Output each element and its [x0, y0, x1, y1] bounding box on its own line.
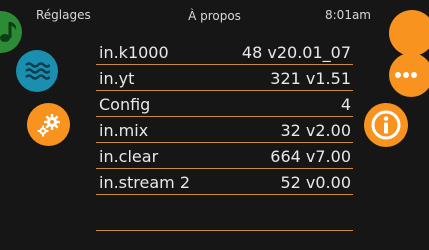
top-right-button[interactable] — [389, 10, 429, 56]
row-key: Config — [99, 95, 151, 114]
settings-button[interactable] — [27, 103, 70, 146]
row-key: in.clear — [99, 147, 159, 166]
row-value: 32 v2.00 — [280, 121, 351, 140]
table-row: in.mix 32 v2.00 — [96, 117, 353, 143]
table-row: Config 4 — [96, 91, 353, 117]
table-row: in.yt 321 v1.51 — [96, 65, 353, 91]
row-key: in.k1000 — [99, 43, 169, 62]
water-button[interactable] — [16, 50, 58, 92]
row-key: in.mix — [99, 121, 149, 140]
water-waves-icon — [25, 62, 50, 80]
row-value: 664 v7.00 — [270, 147, 351, 166]
row-value: 4 — [340, 95, 351, 114]
more-dots-icon — [395, 72, 417, 78]
more-button[interactable] — [389, 53, 429, 97]
table-row: in.clear 664 v7.00 — [96, 143, 353, 169]
row-value: 52 v0.00 — [280, 173, 351, 192]
info-button[interactable] — [364, 103, 408, 147]
divider — [96, 230, 353, 231]
music-button[interactable] — [0, 11, 22, 53]
row-key: in.yt — [99, 69, 135, 88]
screen: Réglages À propos 8:01am in.k1000 48 v20… — [0, 0, 429, 250]
row-value: 48 v20.01_07 — [241, 43, 351, 62]
table-row: in.stream 2 52 v0.00 — [96, 169, 353, 195]
music-note-icon — [0, 22, 17, 42]
clock: 8:01am — [325, 8, 371, 22]
row-value: 321 v1.51 — [270, 69, 351, 88]
info-table[interactable]: in.k1000 48 v20.01_07 in.yt 321 v1.51 Co… — [96, 39, 353, 214]
row-key: in.stream 2 — [99, 173, 191, 192]
table-row: in.k1000 48 v20.01_07 — [96, 39, 353, 65]
info-icon — [371, 110, 401, 140]
gears-icon — [37, 113, 60, 136]
